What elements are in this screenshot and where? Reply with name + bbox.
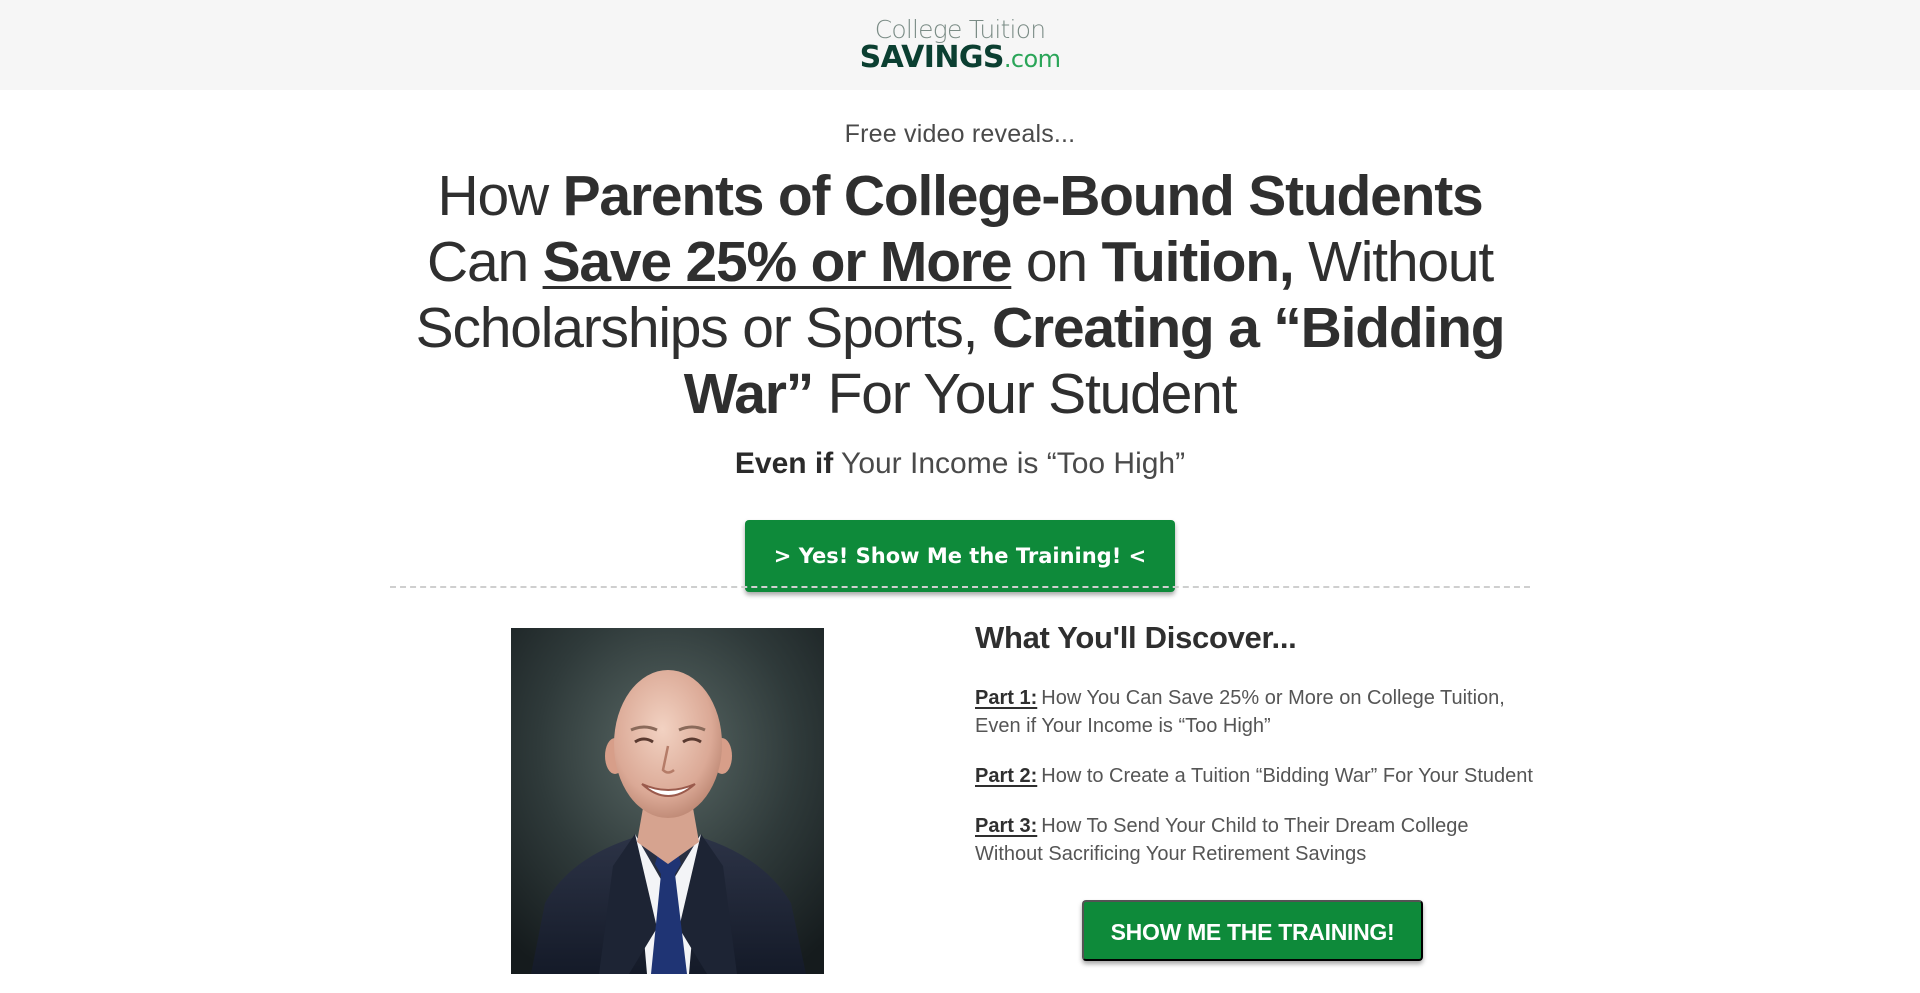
logo-dotcom: .com	[1003, 45, 1061, 73]
headline-part: For Your Student	[813, 362, 1238, 426]
discover-part-3: Part 3: How To Send Your Child to Their D…	[975, 812, 1535, 868]
presenter-photo	[511, 628, 824, 974]
logo-savings: SAVINGS	[859, 40, 1005, 75]
part-text: How To Send Your Child to Their Dream Co…	[975, 815, 1469, 865]
headline-part: on	[1011, 230, 1102, 294]
logo-line-2: SAVINGS .com	[860, 43, 1061, 73]
headline-emphasis: Tuition,	[1101, 230, 1295, 294]
part-label: Part 1:	[975, 687, 1038, 709]
headline-part: Can	[426, 230, 543, 294]
logo-line-1: College Tuition	[874, 15, 1046, 44]
part-label: Part 3:	[975, 815, 1038, 837]
headline-underlined-emphasis: Save 25% or More	[542, 230, 1013, 294]
site-header: College Tuition SAVINGS .com	[0, 0, 1920, 90]
hero-subhead: Even if Your Income is “Too High”	[0, 447, 1920, 481]
headline-emphasis: Parents of College-Bound Students	[562, 164, 1484, 228]
section-divider	[390, 586, 1530, 588]
part-text: How You Can Save 25% or More on College …	[975, 687, 1505, 737]
site-logo[interactable]: College Tuition SAVINGS .com	[860, 17, 1061, 73]
discover-title: What You'll Discover...	[975, 620, 1297, 655]
hero-headline: How Parents of College-Bound Students Ca…	[380, 163, 1540, 427]
part-label: Part 2:	[975, 765, 1038, 787]
headline-part: How	[437, 164, 563, 228]
discover-section: What You'll Discover... Part 1: How You C…	[975, 620, 1535, 868]
show-me-the-training-button[interactable]: SHOW ME THE TRAINING!	[1082, 900, 1423, 961]
subhead-rest: Your Income is “Too High”	[833, 447, 1186, 480]
discover-part-1: Part 1: How You Can Save 25% or More on C…	[975, 684, 1535, 740]
show-training-button[interactable]: > Yes! Show Me the Training! <	[745, 520, 1175, 592]
hero-section: Free video reveals... How Parents of Col…	[0, 90, 1920, 592]
subhead-bold: Even if	[734, 447, 834, 480]
part-text: How to Create a Tuition “Bidding War” Fo…	[1041, 765, 1533, 787]
hero-eyebrow: Free video reveals...	[844, 120, 1076, 148]
discover-part-2: Part 2: How to Create a Tuition “Bidding …	[975, 762, 1535, 790]
